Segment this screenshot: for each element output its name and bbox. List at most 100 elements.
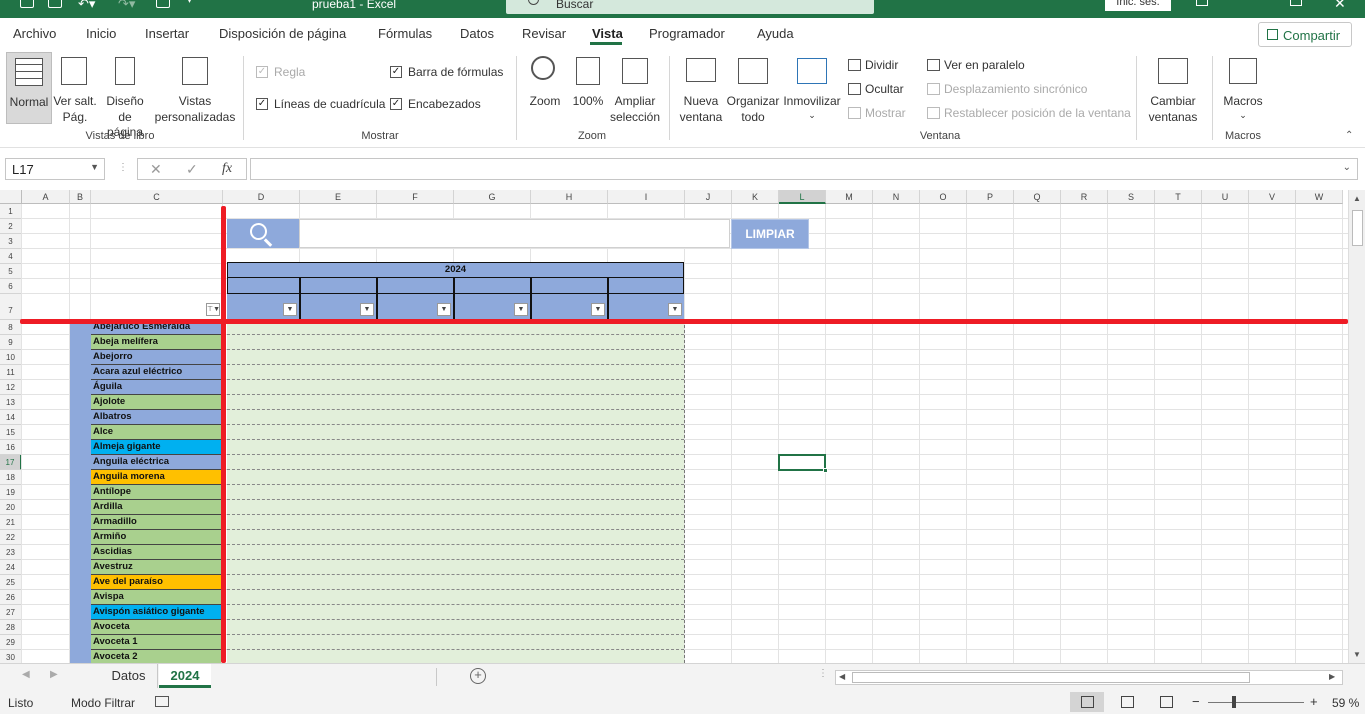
filter-dropdown-icon[interactable]: ▼ [360, 303, 374, 316]
row-header-25[interactable]: 25 [0, 575, 22, 590]
row-header-14[interactable]: 14 [0, 410, 22, 425]
save-icon[interactable] [20, 0, 34, 8]
list-item[interactable]: Avoceta 2 [91, 650, 221, 663]
filter-active-icon[interactable]: ⊤▼ [206, 303, 220, 316]
freeze-panes-button[interactable]: Inmovilizar ⌄ [782, 52, 842, 124]
sheet-tab-2024[interactable]: 2024 [159, 664, 211, 688]
zoom-selection-button[interactable]: Ampliar selección [610, 52, 660, 124]
tab-programador[interactable]: Programador [649, 26, 725, 41]
column-header-j[interactable]: J [685, 190, 732, 204]
scroll-left-icon[interactable]: ◀ [839, 672, 845, 681]
close-icon[interactable]: ✕ [1334, 0, 1346, 12]
row-header-9[interactable]: 9 [0, 335, 22, 350]
column-header-c[interactable]: C [91, 190, 223, 204]
list-item[interactable]: Antílope [91, 485, 221, 500]
row-header-5[interactable]: 5 [0, 264, 22, 279]
list-item[interactable]: Anguila morena [91, 470, 221, 485]
scroll-right-icon[interactable]: ▶ [1329, 672, 1335, 681]
table-row[interactable] [227, 560, 684, 575]
new-window-button[interactable]: Nueva ventana [677, 52, 725, 124]
tab-vista[interactable]: Vista [592, 26, 623, 41]
column-header-m[interactable]: M [826, 190, 873, 204]
column-header-w[interactable]: W [1296, 190, 1343, 204]
table-row[interactable] [227, 410, 684, 425]
scroll-up-icon[interactable]: ▲ [1353, 194, 1361, 203]
zoom-slider-thumb[interactable] [1232, 696, 1237, 708]
tab-insertar[interactable]: Insertar [145, 26, 189, 41]
next-sheet-icon[interactable]: ▶ [50, 669, 58, 680]
filter-dropdown-icon[interactable]: ▼ [591, 303, 605, 316]
arrange-all-button[interactable]: Organizar todo [726, 52, 780, 124]
scroll-down-icon[interactable]: ▼ [1353, 650, 1361, 659]
list-item[interactable]: Águila [91, 380, 221, 395]
zoom-button[interactable]: Zoom [525, 52, 565, 124]
column-header-n[interactable]: N [873, 190, 920, 204]
tab-formulas[interactable]: Fórmulas [378, 26, 432, 41]
normal-view-status-button[interactable] [1070, 692, 1104, 712]
filter-dropdown-icon[interactable]: ▼ [283, 303, 297, 316]
row-header-6[interactable]: 6 [0, 279, 22, 294]
row-header-16[interactable]: 16 [0, 440, 22, 455]
sheet-tab-datos[interactable]: Datos [100, 664, 158, 688]
switch-windows-button[interactable]: Cambiar ventanas [1142, 52, 1204, 124]
row-header-8[interactable]: 8 [0, 320, 22, 335]
page-break-view-button[interactable]: Ver salt. Pág. [53, 52, 97, 124]
list-item[interactable]: Alce [91, 425, 221, 440]
name-box[interactable]: L17 ▼ [5, 158, 105, 180]
tab-revisar[interactable]: Revisar [522, 26, 566, 41]
tab-archivo[interactable]: Archivo [13, 26, 56, 41]
undo-icon[interactable]: ↶▾ [78, 0, 95, 12]
formula-input[interactable]: ⌄ [250, 158, 1358, 180]
column-header-i[interactable]: I [608, 190, 685, 204]
list-item[interactable]: Avoceta [91, 620, 221, 635]
table-row[interactable] [227, 635, 684, 650]
row-header-13[interactable]: 13 [0, 395, 22, 410]
table-row[interactable] [227, 575, 684, 590]
horizontal-scrollbar[interactable]: ◀ ▶ [835, 670, 1343, 685]
column-header-p[interactable]: P [967, 190, 1014, 204]
hide-button[interactable]: Ocultar [848, 82, 904, 96]
sign-in-button[interactable]: Inic. ses. [1105, 0, 1171, 11]
scroll-thumb[interactable] [1352, 210, 1363, 246]
column-header-s[interactable]: S [1108, 190, 1155, 204]
row-header-4[interactable]: 4 [0, 249, 22, 264]
selected-cell[interactable] [778, 454, 826, 471]
table-row[interactable] [227, 605, 684, 620]
table-row[interactable] [227, 590, 684, 605]
row-header-20[interactable]: 20 [0, 500, 22, 515]
column-header-u[interactable]: U [1202, 190, 1249, 204]
page-break-status-icon[interactable] [1160, 696, 1173, 708]
list-item[interactable]: Avoceta 1 [91, 635, 221, 650]
search-cell[interactable] [227, 219, 299, 248]
row-header-21[interactable]: 21 [0, 515, 22, 530]
split-button[interactable]: Dividir [848, 58, 898, 72]
column-header-b[interactable]: B [70, 190, 91, 204]
table-row[interactable] [227, 350, 684, 365]
column-header-a[interactable]: A [22, 190, 70, 204]
list-item[interactable]: Ajolote [91, 395, 221, 410]
list-item[interactable]: Abejorro [91, 350, 221, 365]
row-header-12[interactable]: 12 [0, 380, 22, 395]
tab-ayuda[interactable]: Ayuda [757, 26, 794, 41]
custom-views-button[interactable]: Vistas personalizadas [154, 52, 236, 124]
column-header-o[interactable]: O [920, 190, 967, 204]
list-item[interactable]: Ardilla [91, 500, 221, 515]
table-row[interactable] [227, 545, 684, 560]
row-header-30[interactable]: 30 [0, 650, 22, 663]
filter-dropdown-icon[interactable]: ▼ [668, 303, 682, 316]
ribbon-display-icon[interactable] [1196, 0, 1208, 6]
page-layout-status-icon[interactable] [1121, 696, 1134, 708]
list-item[interactable]: Anguila eléctrica [91, 455, 221, 470]
column-header-v[interactable]: V [1249, 190, 1296, 204]
row-header-3[interactable]: 3 [0, 234, 22, 249]
list-item[interactable]: Ave del paraíso [91, 575, 221, 590]
table-row[interactable] [227, 650, 684, 663]
column-header-k[interactable]: K [732, 190, 779, 204]
macro-record-icon[interactable] [155, 696, 169, 707]
select-all-corner[interactable] [0, 190, 22, 204]
column-header-t[interactable]: T [1155, 190, 1202, 204]
table-row[interactable] [227, 380, 684, 395]
expand-formula-icon[interactable]: ⌄ [1343, 162, 1351, 173]
row-header-23[interactable]: 23 [0, 545, 22, 560]
column-header-l[interactable]: L [779, 190, 826, 204]
